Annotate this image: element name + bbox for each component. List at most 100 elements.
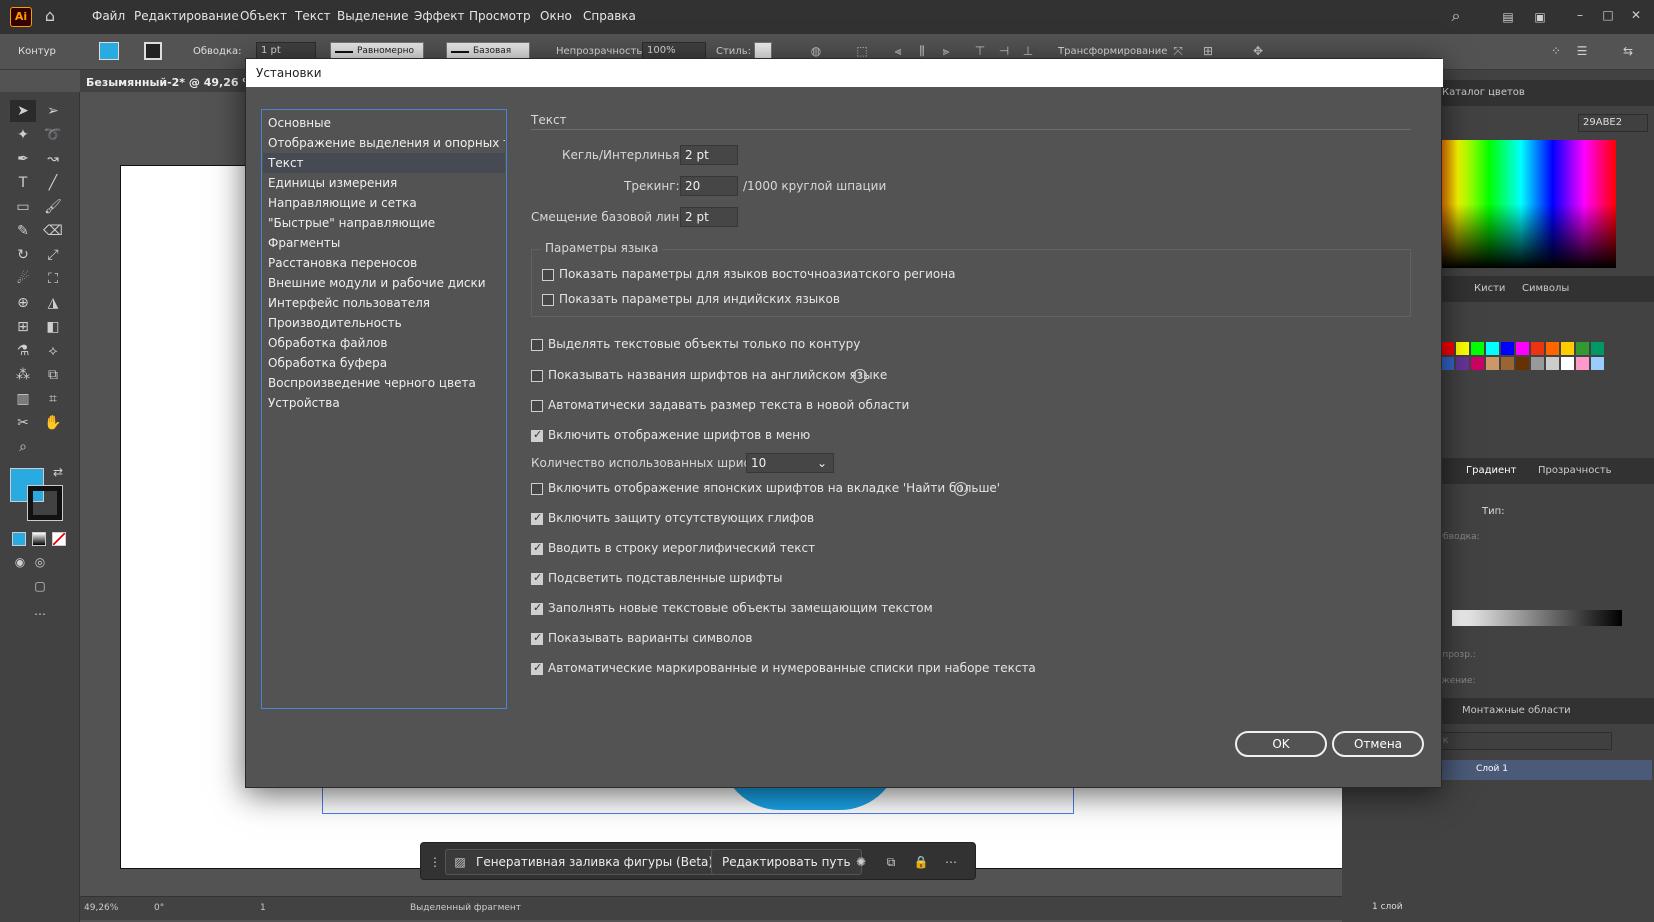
mesh-tool-icon[interactable]: ⊞ xyxy=(10,316,36,338)
recolor-icon[interactable]: ◍ xyxy=(808,43,824,59)
zoom-tool-icon[interactable]: ⌕ xyxy=(10,436,36,458)
color-swatch[interactable] xyxy=(1531,357,1544,370)
color-swatch[interactable] xyxy=(1546,357,1559,370)
category-performance[interactable]: Производительность xyxy=(263,313,505,333)
color-swatch[interactable] xyxy=(1546,342,1559,355)
stroke-color-swatch[interactable] xyxy=(27,485,63,521)
outline-only-checkbox[interactable] xyxy=(531,339,543,351)
color-catalog-tab[interactable]: Каталог цветов xyxy=(1442,80,1525,106)
menu-effect[interactable]: Эффект xyxy=(414,9,465,23)
transform-link[interactable]: Трансформирование xyxy=(1058,46,1167,57)
category-slices[interactable]: Фрагменты xyxy=(263,233,505,253)
color-swatch[interactable] xyxy=(1456,342,1469,355)
align-to-icon[interactable]: ⬚ xyxy=(854,43,870,59)
path-options-icon[interactable]: ✺ xyxy=(853,854,869,870)
more-options-icon[interactable]: ⋯ xyxy=(943,854,959,870)
category-units[interactable]: Единицы измерения xyxy=(263,173,505,193)
align-middle-icon[interactable]: ⊣ xyxy=(996,43,1012,59)
info-icon[interactable]: i xyxy=(954,482,968,496)
align-top-icon[interactable]: ⊤ xyxy=(972,43,988,59)
color-swatch[interactable] xyxy=(1486,342,1499,355)
pen-tool-icon[interactable]: ✒ xyxy=(10,148,36,170)
color-swatch[interactable] xyxy=(1441,357,1454,370)
draw-behind-icon[interactable]: ◎ xyxy=(32,554,48,570)
draw-mode-icon[interactable]: ◉ xyxy=(12,554,28,570)
cancel-button[interactable]: Отмена xyxy=(1332,731,1424,757)
gradient-mode-icon[interactable] xyxy=(32,532,46,546)
category-selection-display[interactable]: Отображение выделения и опорных точек xyxy=(263,133,505,153)
curvature-tool-icon[interactable]: ↝ xyxy=(40,148,66,170)
missing-glyph-checkbox[interactable] xyxy=(531,511,543,525)
menu-window[interactable]: Окно xyxy=(540,9,572,23)
knife-tool-icon[interactable]: ✂ xyxy=(10,412,36,434)
category-smart-guides[interactable]: "Быстрые" направляющие xyxy=(263,213,505,233)
magic-wand-icon[interactable]: ✦ xyxy=(10,124,36,146)
symbol-sprayer-icon[interactable]: ⁂ xyxy=(10,364,36,386)
category-user-interface[interactable]: Интерфейс пользователя xyxy=(263,293,505,313)
japanese-fonts-checkbox[interactable] xyxy=(531,483,543,495)
menu-type[interactable]: Текст xyxy=(295,9,331,23)
align-right-icon[interactable]: ⫸ xyxy=(938,43,954,59)
size-leading-input[interactable]: 2 pt xyxy=(680,145,738,165)
color-swatch[interactable] xyxy=(1591,342,1604,355)
category-type[interactable]: Текст xyxy=(263,153,505,173)
properties-icon[interactable]: ☰ xyxy=(1574,43,1590,59)
drag-handle-icon[interactable]: ⋮ xyxy=(427,854,443,870)
category-hyphenation[interactable]: Расстановка переносов xyxy=(263,253,505,273)
color-swatch[interactable] xyxy=(1516,357,1529,370)
color-swatch[interactable] xyxy=(1471,342,1484,355)
auto-lists-checkbox[interactable] xyxy=(531,661,543,675)
menu-help[interactable]: Справка xyxy=(583,9,636,23)
menu-file[interactable]: Файл xyxy=(92,9,125,23)
swap-colors-icon[interactable]: ⇄ xyxy=(50,464,66,480)
home-icon[interactable]: ⌂ xyxy=(42,8,58,24)
artboard-tool-icon[interactable]: ⧉ xyxy=(40,364,66,386)
category-file-handling[interactable]: Обработка файлов xyxy=(263,333,505,353)
zoom-level[interactable]: 49,26% xyxy=(84,903,118,913)
workspace-icon[interactable]: ▣ xyxy=(1532,9,1548,25)
transform-icon[interactable]: ⤧ xyxy=(1170,43,1186,59)
symbols-tab[interactable]: Символы xyxy=(1522,276,1569,302)
direct-selection-tool-icon[interactable]: ➢ xyxy=(40,100,66,122)
minimize-icon[interactable]: – xyxy=(1572,7,1588,23)
gradient-tab[interactable]: Градиент xyxy=(1466,458,1517,484)
grid-panel-icon[interactable]: ⁘ xyxy=(1548,43,1564,59)
category-guides-grid[interactable]: Направляющие и сетка xyxy=(263,193,505,213)
color-spectrum[interactable] xyxy=(1426,140,1616,268)
warp-tool-icon[interactable]: ☄ xyxy=(10,268,36,290)
ok-button[interactable]: OK xyxy=(1235,731,1327,757)
gradient-tool-icon[interactable]: ◧ xyxy=(40,316,66,338)
color-swatch[interactable] xyxy=(1456,357,1469,370)
free-transform-icon[interactable]: ⛶ xyxy=(40,268,66,290)
maximize-icon[interactable]: □ xyxy=(1600,7,1616,23)
stroke-swatch[interactable] xyxy=(144,42,162,60)
blend-tool-icon[interactable]: ⟡ xyxy=(40,340,66,362)
layer-name[interactable]: Слой 1 xyxy=(1476,764,1508,774)
brushes-tab[interactable]: Кисти xyxy=(1474,276,1505,302)
type-tool-icon[interactable]: T xyxy=(10,172,36,194)
menu-select[interactable]: Выделение xyxy=(337,9,408,23)
lasso-icon[interactable]: ➰ xyxy=(40,124,66,146)
color-swatch[interactable] xyxy=(1561,342,1574,355)
toggle-panel-icon[interactable]: ⇆ xyxy=(1620,43,1636,59)
rotation-value[interactable]: 0° xyxy=(154,903,164,913)
isolate-icon[interactable]: ⊞ xyxy=(1200,43,1216,59)
color-mode-icon[interactable] xyxy=(12,532,26,546)
arrange-docs-icon[interactable]: ▤ xyxy=(1500,9,1516,25)
puppet-warp-icon[interactable]: ✥ xyxy=(1250,43,1266,59)
artboards-tab[interactable]: Монтажные области xyxy=(1462,698,1571,724)
character-alternates-checkbox[interactable] xyxy=(531,631,543,645)
gradient-slider[interactable] xyxy=(1452,610,1622,626)
document-tab[interactable]: Безымянный-2* @ 49,26 % (RGB/Предпросмот… xyxy=(80,70,252,92)
layers-search-input[interactable]: Поиск xyxy=(1412,732,1612,750)
eraser-icon[interactable]: ⌫ xyxy=(40,220,66,242)
column-graph-icon[interactable]: ▥ xyxy=(10,388,36,410)
category-clipboard[interactable]: Обработка буфера xyxy=(263,353,505,373)
color-swatch[interactable] xyxy=(1576,357,1589,370)
align-bottom-icon[interactable]: ⊥ xyxy=(1020,43,1036,59)
color-swatch[interactable] xyxy=(1471,357,1484,370)
shaper-tool-icon[interactable]: ✎ xyxy=(10,220,36,242)
more-tools-icon[interactable]: ⋯ xyxy=(32,606,48,622)
color-swatch[interactable] xyxy=(1441,342,1454,355)
placeholder-text-checkbox[interactable] xyxy=(531,601,543,615)
